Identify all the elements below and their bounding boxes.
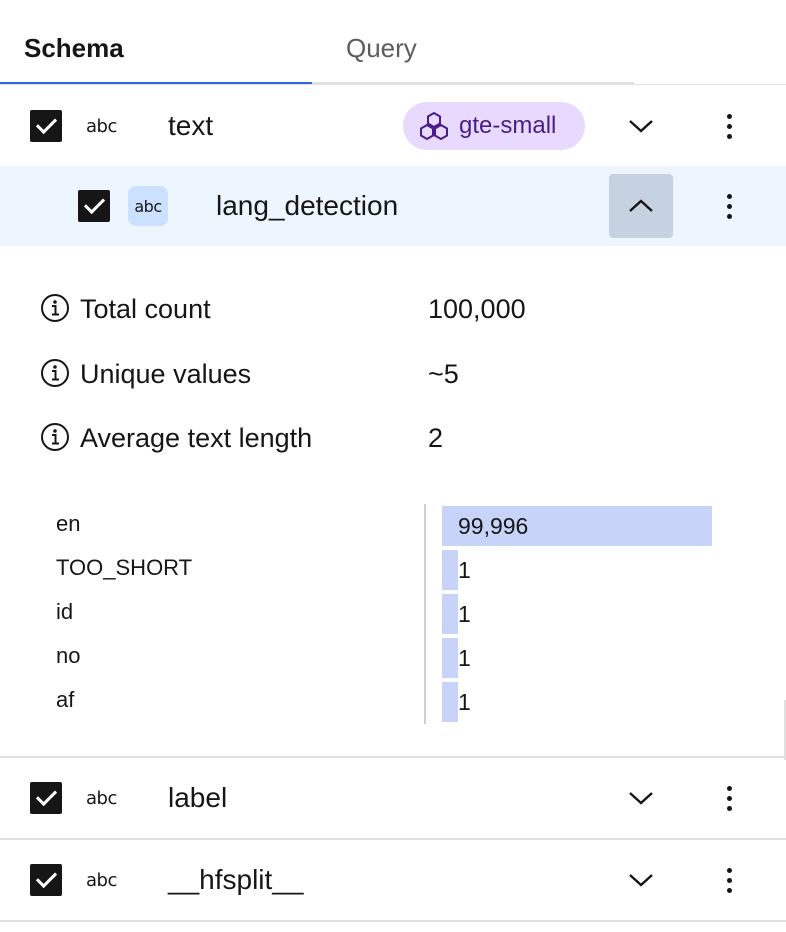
tabs-divider [0,84,786,85]
field-row-lang-detection: abc lang_detection [0,166,786,246]
string-type-icon: abc [86,870,117,891]
expand-field-button[interactable] [609,766,673,830]
field-row-hfsplit: abc __hfsplit__ [0,840,786,920]
histogram-category-label: en [56,511,81,536]
chevron-down-icon [629,874,653,887]
checkbox-checked-icon[interactable] [78,190,110,222]
information-icon[interactable] [40,422,70,452]
schema-query-tabs: Schema Query [0,0,634,84]
stat-label: Total count [80,294,211,324]
stat-value: ~5 [428,359,459,389]
field-name: lang_detection [216,190,399,221]
tab-query[interactable]: Query [312,0,634,84]
string-type-icon: abc [86,788,117,809]
histogram-category-label: no [56,643,81,668]
histogram-count-label: 99,996 [458,513,529,539]
tab-query-label: Query [346,33,417,63]
histogram-row: id 1 [0,592,786,634]
stat-value: 100,000 [428,294,526,324]
stat-total-count: Total count 100,000 [40,289,640,329]
histogram-count-label: 1 [458,557,471,583]
information-icon[interactable] [40,358,70,388]
histogram-bar [442,682,458,722]
tab-schema-label: Schema [24,33,124,63]
stat-value: 2 [428,423,444,453]
histogram-category-label: id [56,599,74,624]
histogram-count-label: 1 [458,689,471,715]
histogram-row: en 99,996 [0,504,786,546]
field-row-label: abc label [0,758,786,838]
histogram-bar [442,550,458,590]
chevron-down-icon [629,792,653,805]
stat-label: Average text length [80,423,313,453]
histogram-bar [442,638,458,678]
tab-schema[interactable]: Schema [0,0,312,84]
histogram-row: af 1 [0,680,786,722]
histogram-count-label: 1 [458,601,471,627]
histogram-category-label: af [56,687,75,712]
histogram-count-label: 1 [458,645,471,671]
histogram-row: no 1 [0,636,786,678]
field-name: __hfsplit__ [168,864,304,895]
histogram-bar [442,594,458,634]
string-type-icon: abc [86,116,117,137]
stat-average-text-length: Average text length 2 [40,418,640,458]
chevron-down-icon [629,120,653,133]
checkbox-checked-icon[interactable] [30,864,62,896]
embedding-tag-label: gte-small [459,112,557,139]
field-name: text [168,110,214,141]
overflow-menu-icon[interactable] [719,110,739,142]
embedding-tag[interactable]: gte-small [403,102,585,150]
stat-unique-values: Unique values ~5 [40,354,640,394]
overflow-menu-icon[interactable] [719,190,739,222]
collapse-field-button[interactable] [609,174,673,238]
field-name: label [168,782,228,813]
expand-field-button[interactable] [609,94,673,158]
chevron-up-icon [629,199,653,212]
embedding-icon [420,111,448,141]
overflow-menu-icon[interactable] [719,782,739,814]
string-type-icon: abc [128,186,168,226]
histogram-category-label: TOO_SHORT [56,555,193,580]
value-histogram: en 99,996 TOO_SHORT 1 id 1 no 1 af 1 [0,504,786,724]
expand-field-button[interactable] [609,848,673,912]
divider [0,920,786,922]
stat-label: Unique values [80,359,252,389]
histogram-row: TOO_SHORT 1 [0,548,786,590]
checkbox-checked-icon[interactable] [30,110,62,142]
overflow-menu-icon[interactable] [719,864,739,896]
field-row-text: abc text [0,86,786,166]
information-icon[interactable] [40,293,70,323]
checkbox-checked-icon[interactable] [30,782,62,814]
